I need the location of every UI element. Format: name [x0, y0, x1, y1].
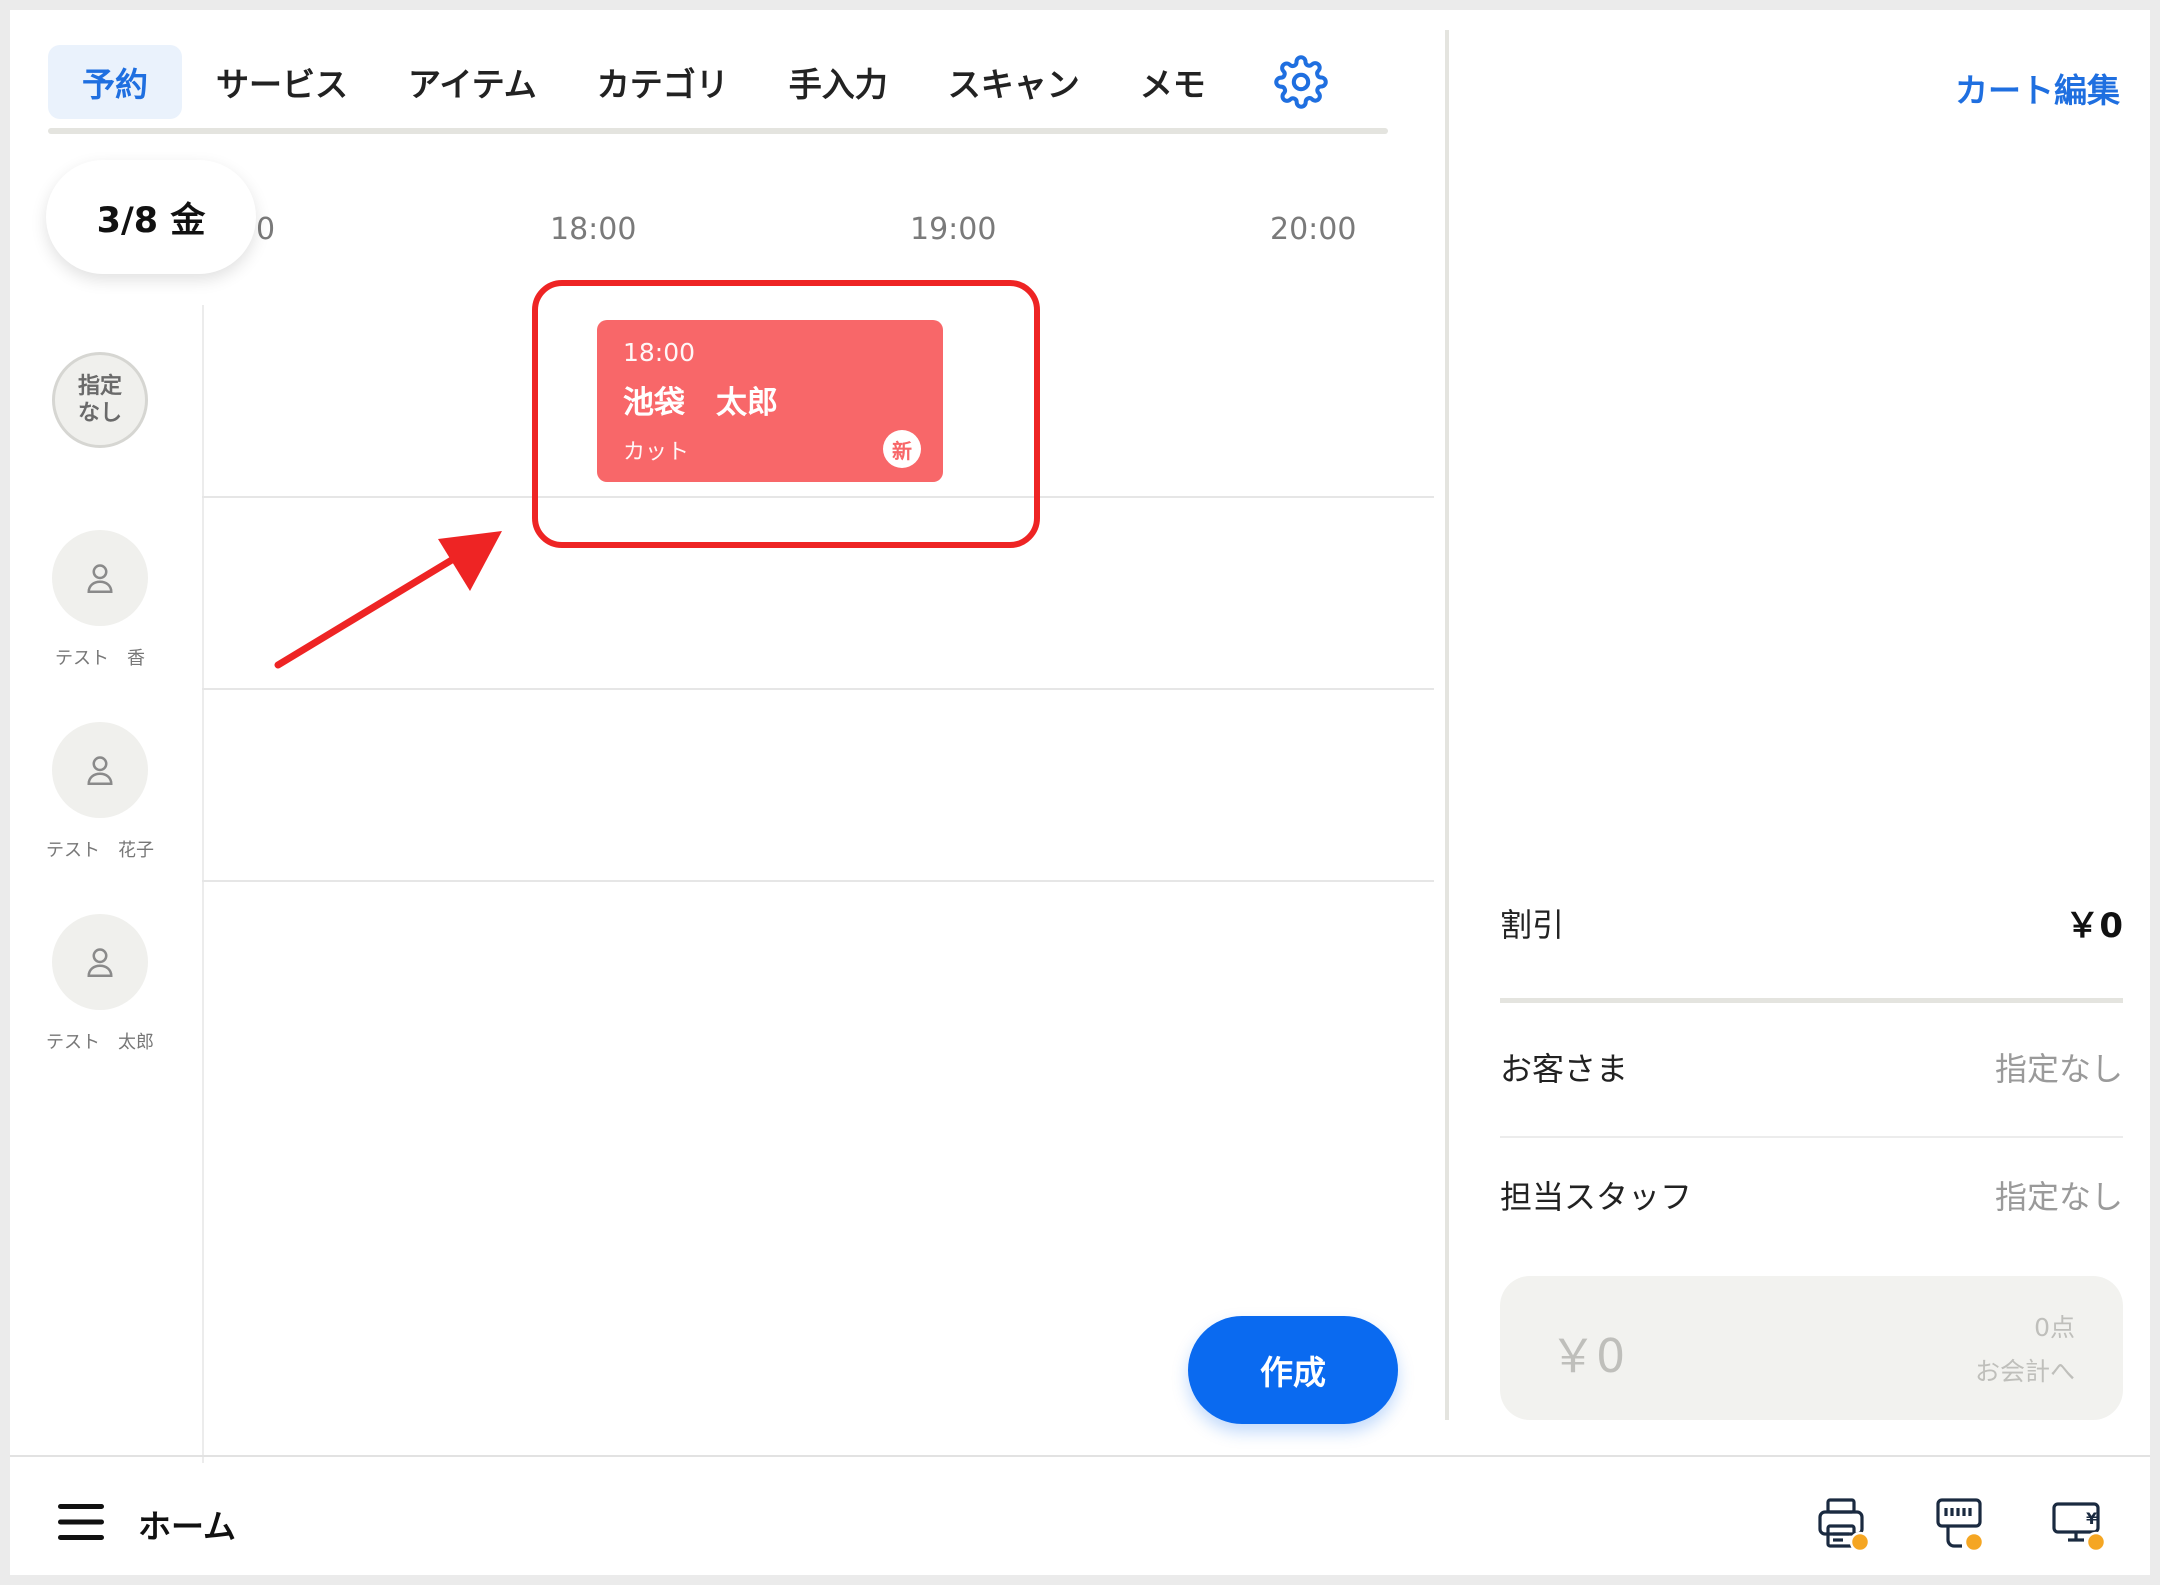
customer-row[interactable]: お客さま 指定なし [1500, 1044, 2123, 1090]
create-button[interactable]: 作成 [1188, 1316, 1398, 1424]
app-window: 予約 サービス アイテム カテゴリ 手入力 スキャン メモ 3/8 金 0 18… [10, 10, 2150, 1575]
tab-underline [48, 128, 1388, 134]
staff-assign-label: 担当スタッフ [1500, 1178, 1693, 1216]
avatar [52, 914, 148, 1010]
tab-memo[interactable]: メモ [1140, 45, 1206, 119]
staff-name: テスト 香 [55, 648, 145, 669]
cart-edit-link[interactable]: カート編集 [1955, 64, 2120, 112]
hour-label-20: 20:00 [1270, 212, 1357, 247]
section-divider [1500, 998, 2123, 1003]
tab-items[interactable]: アイテム [408, 45, 537, 119]
user-icon [87, 948, 113, 977]
row-divider [202, 880, 1434, 882]
customer-display-icon[interactable]: ¥ [2048, 1494, 2108, 1554]
avatar [52, 530, 148, 626]
staff-column-divider [202, 305, 204, 1463]
tab-bar: 予約 サービス アイテム カテゴリ 手入力 スキャン メモ [48, 38, 1328, 126]
receipt-printer-icon[interactable] [1812, 1494, 1872, 1554]
staff-assign-value: 指定なし [1994, 1178, 2123, 1216]
row-divider [1500, 1136, 2123, 1138]
cart-item-count: 0点 [2034, 1313, 2075, 1342]
tab-categories[interactable]: カテゴリ [597, 45, 729, 119]
staff-row[interactable]: テスト 香 [30, 530, 170, 670]
staff-row[interactable]: テスト 太郎 [30, 914, 170, 1054]
hour-label-partial: 0 [256, 212, 276, 247]
user-icon [87, 564, 113, 593]
svg-text:¥: ¥ [2086, 1509, 2097, 1528]
pane-divider [1445, 30, 1449, 1420]
annotation-highlight-box [532, 280, 1040, 548]
checkout-button[interactable]: ￥0 0点 お会計へ [1500, 1276, 2123, 1420]
avatar [52, 722, 148, 818]
gear-icon[interactable] [1273, 55, 1328, 109]
discount-row[interactable]: 割引 ￥0 [1500, 898, 2123, 947]
discount-label: 割引 [1500, 905, 1565, 944]
tab-reservations[interactable]: 予約 [48, 45, 182, 119]
home-label[interactable]: ホーム [138, 1500, 236, 1548]
hamburger-menu-icon[interactable] [58, 1500, 104, 1544]
user-icon [87, 756, 113, 785]
bottom-bar-divider [10, 1455, 2150, 1457]
hour-label-19: 19:00 [910, 212, 997, 247]
date-selector[interactable]: 3/8 金 [46, 160, 256, 274]
tab-manual-entry[interactable]: 手入力 [789, 45, 888, 119]
row-divider [202, 688, 1434, 690]
staff-row[interactable]: テスト 花子 [30, 722, 170, 862]
staff-assign-row[interactable]: 担当スタッフ 指定なし [1500, 1172, 2123, 1218]
tab-scan[interactable]: スキャン [948, 45, 1080, 119]
checkout-label: お会計へ [1974, 1357, 2075, 1386]
staff-unassigned[interactable]: 指定 なし [30, 352, 170, 448]
discount-value: ￥0 [2065, 906, 2123, 946]
staff-name: テスト 太郎 [46, 1032, 154, 1053]
cart-total: ￥0 [1550, 1329, 1626, 1383]
staff-name: テスト 花子 [46, 840, 154, 861]
hour-label-18: 18:00 [550, 212, 637, 247]
customer-label: お客さま [1500, 1050, 1629, 1088]
card-reader-icon[interactable] [1930, 1494, 1990, 1554]
annotation-arrow-icon [274, 531, 502, 669]
avatar: 指定 なし [52, 352, 148, 448]
tab-services[interactable]: サービス [216, 45, 348, 119]
customer-value: 指定なし [1994, 1050, 2123, 1088]
